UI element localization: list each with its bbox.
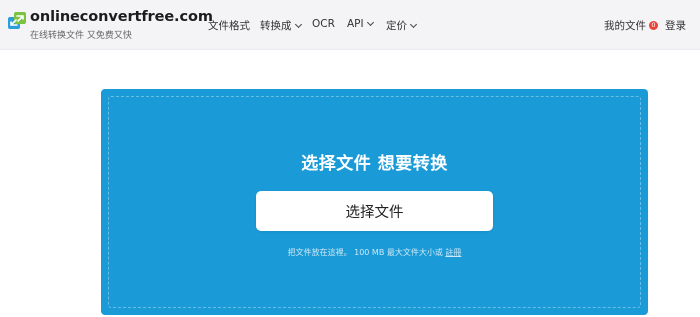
logo-tagline: 在线转换文件 又免费又快 [30, 31, 132, 41]
my-files-count-badge: 0 [649, 21, 658, 30]
my-files-link[interactable]: 我的文件 0 [604, 18, 658, 33]
site-header: onlineconvertfree.com 在线转换文件 又免费又快 文件格式 … [0, 0, 700, 50]
login-label: 登录 [665, 20, 686, 32]
nav-convert-to[interactable]: 转换成 [260, 18, 302, 33]
page: onlineconvertfree.com 在线转换文件 又免费又快 文件格式 … [0, 0, 700, 317]
chevron-down-icon [294, 20, 302, 28]
chevron-down-icon [366, 18, 374, 27]
logo-name: onlineconvertfree.com [30, 9, 213, 25]
nav-api-label: API [347, 18, 364, 30]
nav-file-formats[interactable]: 文件格式 [208, 18, 250, 33]
nav-ocr[interactable]: OCR [312, 18, 335, 30]
nav-file-formats-label: 文件格式 [208, 20, 250, 32]
logo-arrows-icon [8, 12, 26, 29]
nav-convert-to-label: 转换成 [260, 20, 292, 32]
my-files-label: 我的文件 [604, 20, 646, 32]
nav-pricing[interactable]: 定价 [386, 18, 418, 33]
upload-title: 选择文件 想要转换 [301, 154, 448, 174]
login-link[interactable]: 登录 [665, 18, 686, 33]
choose-file-button[interactable]: 选择文件 [256, 191, 493, 231]
upload-hint-text: 把文件放在這裡。 100 MB 最大文件大小或 [287, 248, 443, 257]
chevron-down-icon [409, 20, 418, 28]
register-link[interactable]: 註冊 [445, 248, 461, 257]
nav-api[interactable]: API [347, 18, 374, 30]
nav-ocr-label: OCR [312, 18, 335, 30]
nav-pricing-label: 定价 [386, 20, 407, 32]
upload-hint: 把文件放在這裡。 100 MB 最大文件大小或 註冊 [101, 247, 648, 258]
